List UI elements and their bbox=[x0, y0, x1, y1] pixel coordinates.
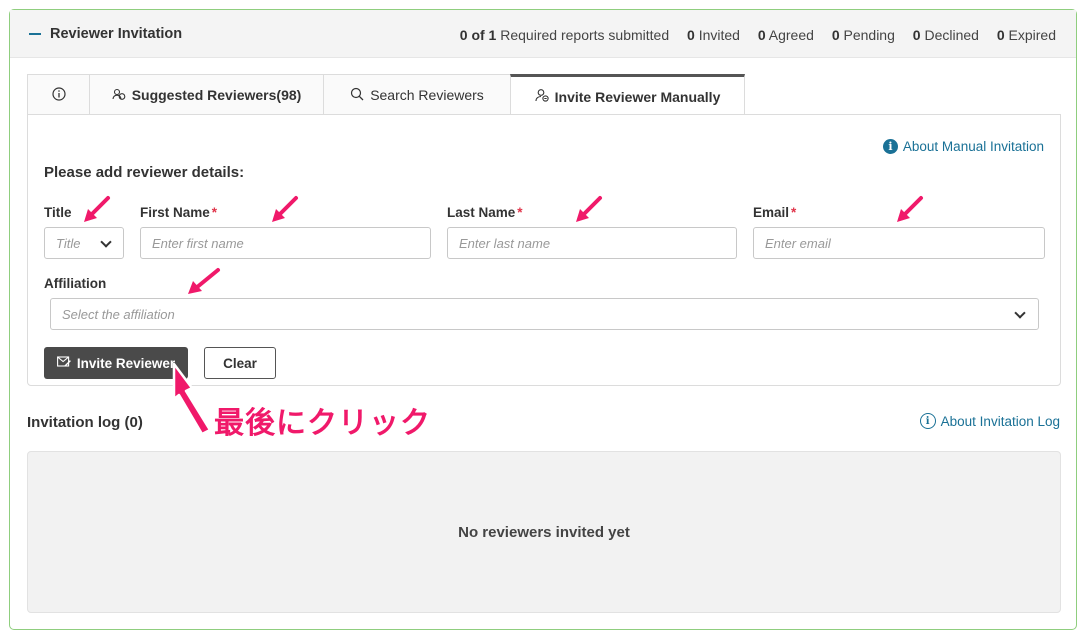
chevron-down-icon bbox=[100, 236, 112, 248]
annotation-arrow-last-name bbox=[576, 196, 602, 222]
info-filled-icon: i bbox=[882, 139, 898, 154]
email-label: Email * bbox=[753, 205, 797, 220]
stat-declined: 0 Declined bbox=[912, 27, 979, 43]
tab-info[interactable] bbox=[27, 74, 90, 115]
invite-reviewer-label: Invite Reviewer bbox=[76, 355, 176, 371]
affiliation-placeholder: Select the affiliation bbox=[62, 306, 175, 322]
collapse-icon[interactable] bbox=[29, 33, 41, 35]
tab-search-reviewers[interactable]: Search Reviewers bbox=[323, 74, 511, 115]
annotation-arrow-affiliation bbox=[188, 268, 220, 294]
annotation-arrow-title bbox=[84, 196, 110, 222]
affiliation-select[interactable]: Select the affiliation bbox=[50, 298, 1039, 330]
about-manual-invitation-link[interactable]: i About Manual Invitation bbox=[882, 139, 1044, 154]
title-label: Title bbox=[44, 205, 72, 220]
invitation-log-list: No reviewers invited yet bbox=[27, 451, 1061, 613]
panel-title: Reviewer Invitation bbox=[50, 26, 183, 42]
annotation-arrow-invite bbox=[172, 362, 212, 436]
about-manual-invitation-label: About Manual Invitation bbox=[902, 139, 1044, 154]
tab-suggested-reviewers[interactable]: Suggested Reviewers(98) bbox=[89, 74, 324, 115]
last-name-input[interactable]: Enter last name bbox=[447, 227, 737, 259]
stat-invited: 0 Invited bbox=[687, 27, 740, 43]
chevron-down-icon bbox=[1014, 307, 1026, 319]
affiliation-label: Affiliation bbox=[44, 276, 107, 291]
user-plus-icon bbox=[535, 88, 549, 105]
annotation-arrow-first-name bbox=[272, 196, 298, 222]
last-name-placeholder: Enter last name bbox=[459, 235, 551, 251]
search-icon bbox=[350, 87, 364, 104]
annotation-click-last: 最後にクリック bbox=[214, 406, 431, 441]
status-summary: 0 of 1 Required reports submitted 0 Invi… bbox=[460, 27, 1056, 43]
envelope-edit-icon bbox=[56, 355, 71, 371]
tab-invite-label: Invite Reviewer Manually bbox=[554, 88, 721, 105]
first-name-input[interactable]: Enter first name bbox=[140, 227, 431, 259]
info-icon bbox=[51, 86, 66, 104]
about-invitation-log-label: About Invitation Log bbox=[940, 413, 1060, 429]
info-outline-icon: i bbox=[919, 413, 936, 429]
stat-agreed: 0 Agreed bbox=[757, 27, 814, 43]
form-heading: Please add reviewer details: bbox=[44, 164, 245, 181]
email-placeholder: Enter email bbox=[765, 235, 831, 251]
first-name-placeholder: Enter first name bbox=[152, 235, 244, 251]
empty-log-message: No reviewers invited yet bbox=[458, 524, 630, 541]
title-select[interactable]: Title bbox=[44, 227, 124, 259]
first-name-label: First Name * bbox=[140, 205, 218, 220]
reviewer-invitation-panel: Reviewer Invitation 0 of 1 Required repo… bbox=[9, 9, 1077, 630]
stat-expired: 0 Expired bbox=[996, 27, 1056, 43]
stat-pending: 0 Pending bbox=[831, 27, 895, 43]
last-name-label: Last Name * bbox=[447, 205, 523, 220]
panel-header: Reviewer Invitation 0 of 1 Required repo… bbox=[10, 10, 1076, 58]
tab-invite-manually[interactable]: Invite Reviewer Manually bbox=[510, 74, 745, 116]
invitation-log-title: Invitation log (0) bbox=[27, 414, 143, 431]
manual-invite-form: i About Manual Invitation Please add rev… bbox=[27, 114, 1061, 386]
stat-required: 0 of 1 Required reports submitted bbox=[459, 27, 670, 43]
tab-search-label: Search Reviewers bbox=[370, 87, 484, 103]
about-invitation-log-link[interactable]: i About Invitation Log bbox=[919, 413, 1060, 429]
users-icon bbox=[112, 87, 126, 104]
tab-suggested-label: Suggested Reviewers(98) bbox=[131, 87, 302, 103]
email-input[interactable]: Enter email bbox=[753, 227, 1045, 259]
annotation-arrow-email bbox=[897, 196, 923, 222]
title-placeholder: Title bbox=[56, 235, 81, 251]
